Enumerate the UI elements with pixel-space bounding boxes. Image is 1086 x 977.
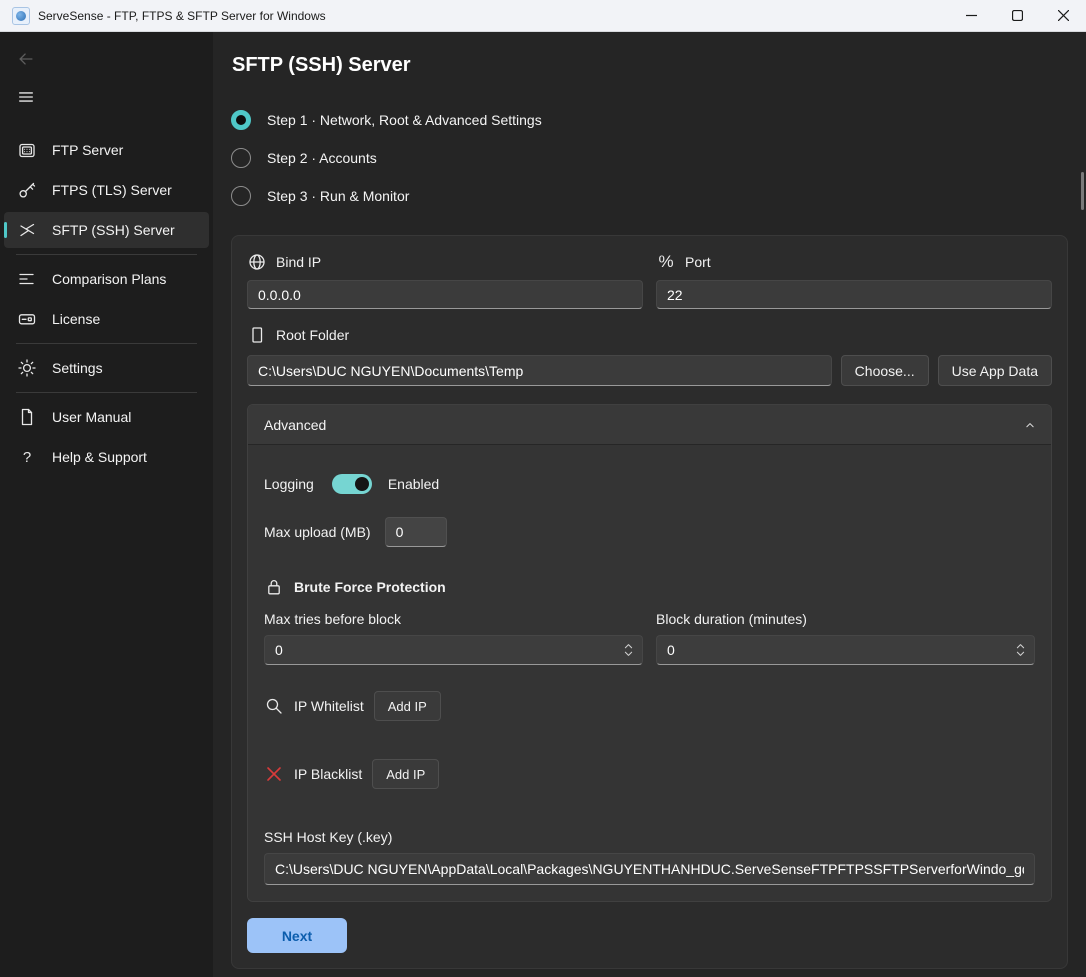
spinner-icon[interactable]: [623, 642, 634, 658]
sidebar-item-settings[interactable]: Settings: [4, 350, 209, 386]
block-duration-label: Block duration (minutes): [656, 611, 1035, 627]
menu-toggle-button[interactable]: [8, 80, 44, 114]
license-icon: [17, 309, 37, 329]
step-radio-group: Step 1 · Network, Root & Advanced Settin…: [231, 101, 1068, 215]
key-icon: [17, 180, 37, 200]
advanced-title: Advanced: [264, 417, 1023, 433]
whitelist-add-ip-button[interactable]: Add IP: [374, 691, 441, 721]
hamburger-icon: [17, 88, 35, 106]
radio-checked-icon: [231, 110, 251, 130]
max-tries-input[interactable]: [264, 635, 643, 665]
advanced-expander: Advanced Logging Enabled Max upload (MB: [247, 404, 1052, 902]
terminal-icon: [17, 220, 37, 240]
port-label-row: % Port: [656, 252, 1052, 272]
block-duration-input[interactable]: [656, 635, 1035, 665]
page-title: SFTP (SSH) Server: [232, 54, 1068, 77]
sidebar-divider: [16, 343, 197, 344]
sidebar-divider: [16, 392, 197, 393]
vertical-scrollbar-thumb[interactable]: [1081, 172, 1084, 210]
sidebar-item-sftp-server[interactable]: SFTP (SSH) Server: [4, 212, 209, 248]
app-icon: [12, 7, 30, 25]
root-folder-label-row: Root Folder: [247, 325, 1052, 345]
title-bar: ServeSense - FTP, FTPS & SFTP Server for…: [0, 0, 1086, 32]
blacklist-add-ip-button[interactable]: Add IP: [372, 759, 439, 789]
main-content: SFTP (SSH) Server Step 1 · Network, Root…: [213, 32, 1086, 977]
sidebar-item-label: Comparison Plans: [52, 271, 166, 287]
choose-folder-button[interactable]: Choose...: [841, 355, 929, 386]
port-input[interactable]: [656, 280, 1052, 309]
logging-toggle[interactable]: [332, 474, 372, 494]
step-2-radio[interactable]: Step 2 · Accounts: [231, 139, 1068, 177]
sidebar-item-label: FTPS (TLS) Server: [52, 182, 172, 198]
brute-force-title: Brute Force Protection: [294, 579, 446, 595]
sidebar-item-help-support[interactable]: ? Help & Support: [4, 439, 209, 475]
sidebar-item-label: License: [52, 311, 100, 327]
radio-icon: [231, 148, 251, 168]
back-button[interactable]: [8, 42, 44, 76]
logging-label: Logging: [264, 476, 314, 492]
advanced-expander-header[interactable]: Advanced: [248, 405, 1051, 445]
document-icon: [17, 407, 37, 427]
port-label: Port: [685, 254, 711, 270]
next-button[interactable]: Next: [247, 918, 347, 953]
sidebar-divider: [16, 254, 197, 255]
max-upload-input[interactable]: [385, 517, 447, 547]
logging-state-text: Enabled: [388, 476, 439, 492]
bind-ip-label: Bind IP: [276, 254, 321, 270]
sidebar-item-comparison-plans[interactable]: Comparison Plans: [4, 261, 209, 297]
sidebar-item-label: SFTP (SSH) Server: [52, 222, 175, 238]
gear-icon: [17, 358, 37, 378]
window-title: ServeSense - FTP, FTPS & SFTP Server for…: [38, 9, 948, 23]
back-arrow-icon: [17, 50, 35, 68]
sidebar-item-ftp-server[interactable]: FTP Server: [4, 132, 209, 168]
step-1-radio[interactable]: Step 1 · Network, Root & Advanced Settin…: [231, 101, 1068, 139]
max-tries-label: Max tries before block: [264, 611, 643, 627]
ssh-host-key-input[interactable]: [264, 853, 1035, 885]
bind-ip-input[interactable]: [247, 280, 643, 309]
ip-whitelist-label: IP Whitelist: [294, 698, 364, 714]
folder-page-icon: [247, 325, 267, 345]
step-3-radio[interactable]: Step 3 · Run & Monitor: [231, 177, 1068, 215]
sidebar-item-user-manual[interactable]: User Manual: [4, 399, 209, 435]
settings-card: Bind IP % Port Root Folder: [231, 235, 1068, 969]
close-button[interactable]: [1040, 0, 1086, 31]
sidebar-item-label: User Manual: [52, 409, 131, 425]
globe-icon: [247, 252, 267, 272]
use-app-data-button[interactable]: Use App Data: [938, 355, 1052, 386]
ip-blacklist-label: IP Blacklist: [294, 766, 362, 782]
percent-icon: %: [656, 252, 676, 272]
minimize-button[interactable]: [948, 0, 994, 31]
maximize-button[interactable]: [994, 0, 1040, 31]
max-upload-label: Max upload (MB): [264, 524, 371, 540]
search-icon: [264, 696, 284, 716]
advanced-expander-content: Logging Enabled Max upload (MB): [248, 445, 1051, 901]
sidebar-item-label: Settings: [52, 360, 103, 376]
sidebar-item-label: FTP Server: [52, 142, 123, 158]
ssh-host-key-label: SSH Host Key (.key): [264, 829, 1035, 845]
bind-ip-label-row: Bind IP: [247, 252, 643, 272]
max-tries-numberbox: [264, 635, 643, 665]
chevron-up-icon: [1023, 418, 1037, 432]
help-icon: ?: [17, 447, 37, 467]
sidebar-item-license[interactable]: License: [4, 301, 209, 337]
sidebar: FTP Server FTPS (TLS) Server: [0, 32, 213, 977]
radio-icon: [231, 186, 251, 206]
lock-icon: [264, 577, 284, 597]
comparison-icon: [17, 269, 37, 289]
red-x-icon: [264, 764, 284, 784]
root-folder-input[interactable]: [247, 355, 832, 386]
spinner-icon[interactable]: [1015, 642, 1026, 658]
ftp-server-icon: [17, 140, 37, 160]
sidebar-item-ftps-server[interactable]: FTPS (TLS) Server: [4, 172, 209, 208]
root-folder-label: Root Folder: [276, 327, 349, 343]
sidebar-item-label: Help & Support: [52, 449, 147, 465]
block-duration-numberbox: [656, 635, 1035, 665]
